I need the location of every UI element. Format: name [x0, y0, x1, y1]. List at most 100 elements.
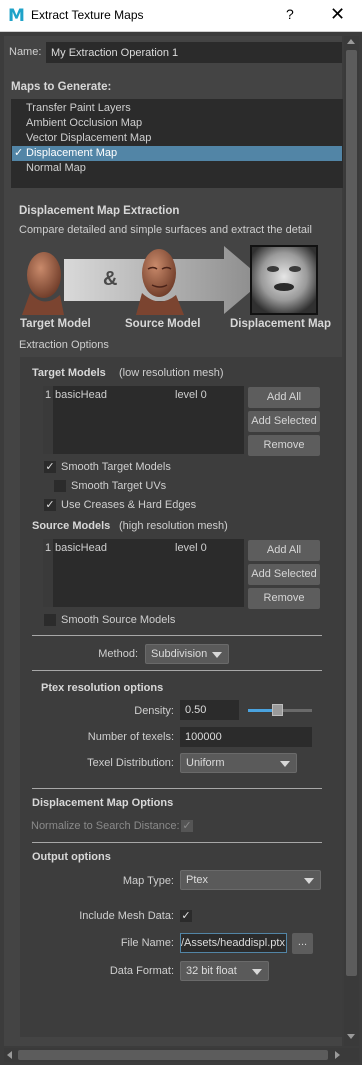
- source-models-title: Source Models: [32, 520, 111, 532]
- source-caption: Source Model: [125, 318, 201, 330]
- texels-field[interactable]: 100000: [180, 727, 312, 747]
- scroll-up-icon[interactable]: [347, 39, 355, 44]
- chevron-down-icon: [252, 969, 262, 975]
- source-row-index: 1: [45, 542, 52, 554]
- include-mesh-label: Include Mesh Data:: [79, 910, 174, 922]
- maps-list-item[interactable]: Normal Map: [12, 161, 342, 176]
- target-remove-button[interactable]: Remove: [248, 435, 320, 456]
- scroll-down-icon[interactable]: [347, 1034, 355, 1039]
- ptex-title: Ptex resolution options: [41, 682, 164, 694]
- smooth-target-models-checkbox[interactable]: ✓: [44, 461, 56, 473]
- maps-list-item-label: Vector Displacement Map: [26, 132, 152, 144]
- smooth-target-models-label: Smooth Target Models: [61, 461, 171, 473]
- map-type-value: Ptex: [186, 874, 209, 886]
- target-add-all-button[interactable]: Add All: [248, 387, 320, 408]
- vertical-scroll-thumb[interactable]: [346, 50, 357, 976]
- extraction-illustration: [22, 245, 318, 315]
- density-label: Density:: [134, 705, 174, 717]
- extraction-title: Displacement Map Extraction: [19, 205, 180, 217]
- target-row-level: level 0: [175, 389, 207, 401]
- extraction-description: Compare detailed and simple surfaces and…: [19, 224, 312, 236]
- normalize-checkbox[interactable]: ✓: [181, 820, 193, 832]
- horizontal-scrollbar[interactable]: [4, 1048, 344, 1062]
- file-name-value: /Assets/headdispl.ptx: [181, 937, 285, 949]
- map-type-label: Map Type:: [122, 875, 174, 887]
- help-button[interactable]: ?: [286, 6, 294, 22]
- data-format-label: Data Format:: [109, 965, 174, 977]
- maps-list-item-label: Transfer Paint Layers: [26, 102, 131, 114]
- maps-list-item[interactable]: Transfer Paint Layers: [12, 101, 342, 116]
- target-row-index: 1: [45, 389, 52, 401]
- smooth-source-models-checkbox[interactable]: [44, 614, 56, 626]
- density-slider-thumb[interactable]: [272, 704, 283, 716]
- divider: [32, 788, 322, 789]
- maya-logo-icon: M: [8, 6, 25, 26]
- displacement-map-image: [250, 245, 318, 315]
- title-bar: M Extract Texture Maps ? ✕: [0, 0, 362, 32]
- name-label: Name:: [9, 46, 42, 58]
- target-add-selected-button[interactable]: Add Selected: [248, 411, 320, 432]
- maps-list-item-label: Displacement Map: [26, 147, 118, 159]
- scroll-corner: [344, 1048, 359, 1062]
- source-models-subtitle: (high resolution mesh): [119, 520, 228, 532]
- name-field[interactable]: My Extraction Operation 1: [46, 42, 342, 63]
- source-row-level: level 0: [175, 542, 207, 554]
- chevron-down-icon: [304, 878, 314, 884]
- distribution-value: Uniform: [186, 757, 225, 769]
- use-creases-checkbox[interactable]: ✓: [44, 499, 56, 511]
- scroll-right-icon[interactable]: [335, 1051, 340, 1059]
- output-title: Output options: [32, 851, 111, 863]
- displacement-options-title: Displacement Map Options: [32, 797, 174, 809]
- source-row-name[interactable]: basicHead: [55, 542, 107, 554]
- target-models-title: Target Models: [32, 367, 106, 379]
- check-icon: ✓: [181, 910, 191, 922]
- result-caption: Displacement Map: [230, 318, 331, 330]
- chevron-down-icon: [212, 652, 222, 658]
- file-name-field[interactable]: /Assets/headdispl.ptx: [180, 933, 287, 953]
- target-head-image: [22, 252, 64, 315]
- maps-list-item[interactable]: Vector Displacement Map: [12, 131, 342, 146]
- check-icon: ✓: [14, 147, 24, 159]
- include-mesh-checkbox[interactable]: ✓: [180, 910, 192, 922]
- chevron-down-icon: [280, 761, 290, 767]
- method-value: Subdivision: [151, 648, 208, 660]
- close-button[interactable]: ✕: [330, 4, 345, 25]
- extraction-options-label: Extraction Options: [19, 339, 109, 351]
- distribution-dropdown[interactable]: Uniform: [180, 753, 297, 773]
- maps-header: Maps to Generate:: [11, 81, 112, 93]
- map-type-dropdown[interactable]: Ptex: [180, 870, 321, 890]
- divider: [32, 842, 322, 843]
- maps-list-item[interactable]: Ambient Occlusion Map: [12, 116, 342, 131]
- scroll-left-icon[interactable]: [7, 1051, 12, 1059]
- target-models-subtitle: (low resolution mesh): [119, 367, 224, 379]
- divider: [32, 670, 322, 671]
- target-caption: Target Model: [20, 318, 91, 330]
- method-label: Method:: [98, 648, 138, 660]
- horizontal-scroll-thumb[interactable]: [18, 1050, 328, 1060]
- source-add-selected-button[interactable]: Add Selected: [248, 564, 320, 585]
- data-format-value: 32 bit float: [186, 965, 237, 977]
- smooth-target-uvs-checkbox[interactable]: [54, 480, 66, 492]
- smooth-target-uvs-label: Smooth Target UVs: [71, 480, 167, 492]
- method-dropdown[interactable]: Subdivision: [145, 644, 229, 664]
- source-add-all-button[interactable]: Add All: [248, 540, 320, 561]
- data-format-dropdown[interactable]: 32 bit float: [180, 961, 269, 981]
- distribution-label: Texel Distribution:: [87, 757, 174, 769]
- browse-button[interactable]: ...: [292, 933, 313, 954]
- file-name-label: File Name:: [120, 937, 174, 949]
- ampersand-label: &: [103, 268, 118, 290]
- source-remove-button[interactable]: Remove: [248, 588, 320, 609]
- maps-list-item[interactable]: ✓ Displacement Map: [12, 146, 342, 161]
- check-icon: ✓: [45, 499, 55, 511]
- check-icon: ✓: [45, 461, 55, 473]
- vertical-scrollbar[interactable]: [344, 36, 359, 1046]
- target-row-name[interactable]: basicHead: [55, 389, 107, 401]
- maps-list-item-label: Normal Map: [26, 162, 86, 174]
- use-creases-label: Use Creases & Hard Edges: [61, 499, 197, 511]
- density-slider-fill: [248, 709, 272, 712]
- texels-label: Number of texels:: [87, 731, 174, 743]
- density-field[interactable]: 0.50: [180, 700, 239, 720]
- smooth-source-models-label: Smooth Source Models: [61, 614, 176, 626]
- normalize-label: Normalize to Search Distance:: [31, 820, 180, 832]
- window-title: Extract Texture Maps: [31, 8, 144, 22]
